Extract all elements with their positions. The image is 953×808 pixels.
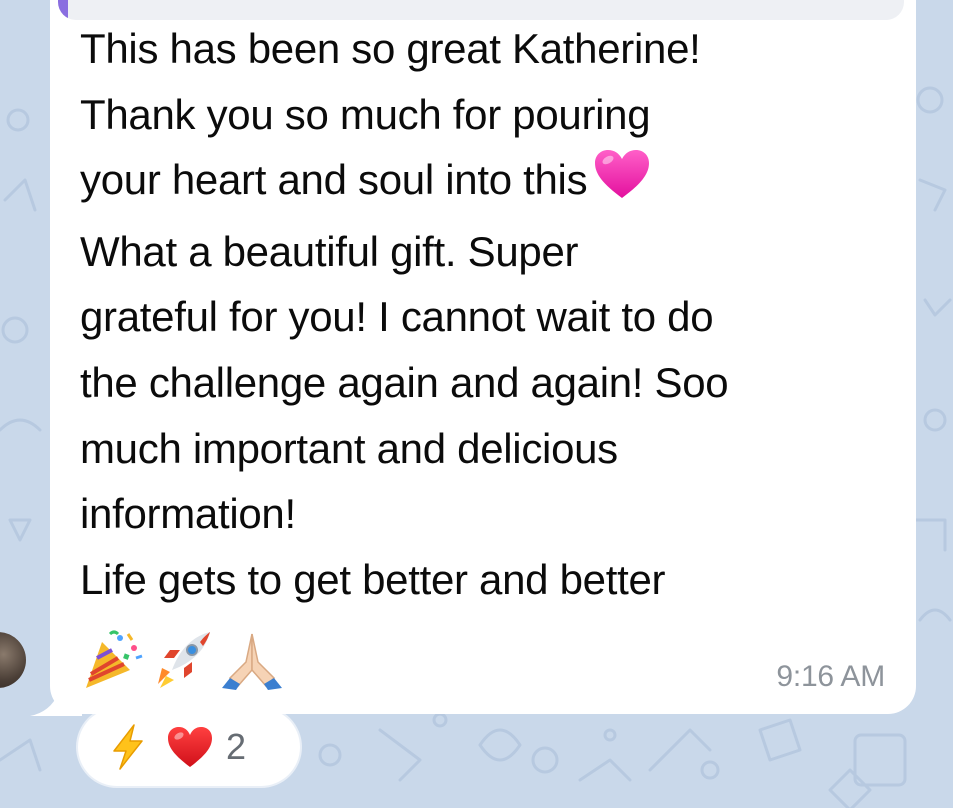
message-line: much important and delicious	[80, 424, 618, 472]
reaction-count: 2	[226, 726, 247, 767]
message-line: This has been so great Katherine!	[80, 25, 701, 72]
message-line: Thank you so much for pouring	[80, 90, 651, 138]
message-line: the challenge again and again! Soo	[80, 358, 729, 406]
message-line: information!	[80, 490, 296, 538]
red-heart-icon[interactable]	[166, 725, 214, 769]
message-emoji-row	[80, 628, 284, 692]
message-text: This has been so great Katherine! Thank …	[80, 16, 900, 612]
party-popper-icon	[80, 628, 144, 692]
message-line: grateful for you! I cannot wait to do	[80, 293, 714, 341]
pink-heart-icon	[593, 148, 651, 219]
folded-hands-icon	[220, 628, 284, 692]
reply-accent-bar	[58, 0, 68, 20]
rocket-icon	[150, 628, 214, 692]
high-voltage-icon[interactable]	[108, 723, 148, 771]
message-line: your heart and soul into this	[80, 156, 588, 204]
message-timestamp: 9:16 AM	[776, 660, 885, 693]
message-line: Life gets to get better and better	[80, 555, 666, 603]
reactions-pill[interactable]: 2	[78, 708, 300, 786]
message-line: What a beautiful gift. Super	[80, 227, 579, 275]
